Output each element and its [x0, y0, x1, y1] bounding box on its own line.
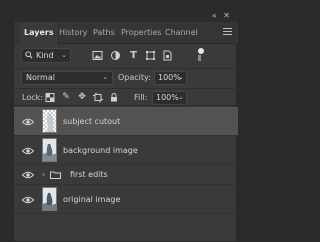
layer-row-background-image[interactable]: background image [14, 136, 238, 165]
shape-filter-icon[interactable] [145, 50, 156, 61]
lock-transparent-pixels-icon[interactable] [45, 92, 55, 103]
smart-object-filter-icon[interactable] [162, 50, 173, 61]
lock-artboard-icon[interactable] [93, 92, 103, 103]
lock-position-icon[interactable]: ✥ [77, 92, 87, 103]
fill-input[interactable]: 100% ⌄ [152, 91, 187, 105]
layer-filter-bar: Kind ⌄ T [14, 45, 238, 67]
fill-label: Fill: [134, 93, 148, 102]
filter-toggle-icon[interactable] [198, 48, 204, 54]
chevron-right-icon[interactable]: › [42, 170, 45, 179]
layer-thumbnail [42, 187, 57, 211]
layer-name: subject cutout [63, 117, 121, 126]
tab-history[interactable]: History [55, 22, 91, 44]
eye-icon[interactable] [22, 171, 34, 179]
layer-thumbnail [42, 138, 57, 162]
lock-label: Lock: [22, 93, 43, 102]
panel-menu-icon[interactable] [223, 28, 232, 36]
layer-row-group-first-edits[interactable]: › first edits [14, 165, 238, 185]
layer-name: background image [63, 146, 138, 155]
tab-properties[interactable]: Properties [117, 22, 165, 44]
chevron-down-icon: ⌄ [61, 51, 67, 59]
fill-value: 100% [156, 93, 179, 102]
blend-row: Normal ⌄ Opacity: 100% ⌄ [14, 68, 238, 86]
type-filter-icon[interactable]: T [128, 50, 139, 61]
chevron-down-icon: ⌄ [178, 73, 184, 81]
filter-kind-select[interactable]: Kind ⌄ [21, 48, 71, 63]
tab-layers[interactable]: Layers [20, 22, 59, 44]
lock-image-pixels-icon[interactable]: ✎ [61, 92, 71, 103]
blend-mode-label: Normal [26, 73, 55, 82]
collapse-panel-icon[interactable]: « ✕ [212, 11, 232, 20]
layer-row-subject-cutout[interactable]: subject cutout [14, 107, 238, 136]
blend-mode-select[interactable]: Normal ⌄ [21, 71, 113, 85]
tab-channels[interactable]: Channel [161, 22, 202, 44]
panel-collapse-bar: « ✕ [14, 10, 238, 22]
image-filter-icon[interactable] [92, 50, 103, 61]
layer-name: first edits [70, 170, 108, 179]
filter-kind-label: Kind [36, 51, 54, 60]
chevron-down-icon: ⌄ [178, 93, 184, 101]
lock-all-icon[interactable] [109, 92, 119, 103]
adjustment-filter-icon[interactable] [110, 50, 121, 61]
layer-name: original image [63, 195, 121, 204]
eye-icon[interactable] [22, 147, 34, 155]
layers-panel: « ✕ Layers History Paths Properties Chan… [13, 9, 238, 242]
search-icon [25, 51, 33, 59]
opacity-input[interactable]: 100% ⌄ [154, 71, 187, 85]
layer-row-original-image[interactable]: original image [14, 185, 238, 214]
opacity-label: Opacity: [118, 73, 151, 82]
lock-row: Lock: ✎ ✥ Fill: 100% ⌄ [14, 88, 238, 106]
tab-paths[interactable]: Paths [89, 22, 119, 44]
eye-icon[interactable] [22, 118, 34, 126]
layer-thumbnail [42, 109, 57, 133]
eye-icon[interactable] [22, 196, 34, 204]
chevron-down-icon: ⌄ [102, 73, 108, 81]
folder-icon [50, 171, 61, 179]
filter-toggle-stem [198, 55, 201, 61]
panel-tabs: Layers History Paths Properties Channel [14, 22, 238, 44]
